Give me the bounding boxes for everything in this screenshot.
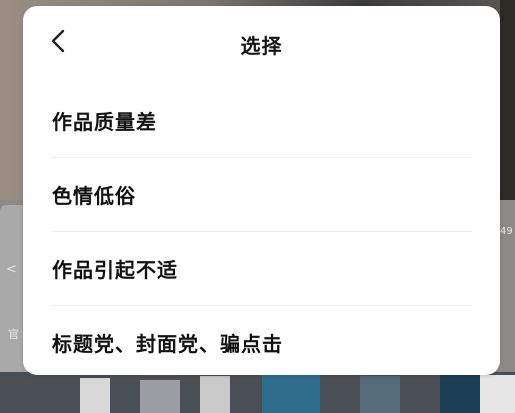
report-options-list: 作品质量差 色情低俗 作品引起不适 标题党、封面党、骗点击 (52, 84, 472, 379)
option-vulgar-content[interactable]: 色情低俗 (52, 158, 472, 232)
background-pixel-block (360, 376, 400, 413)
option-causes-discomfort[interactable]: 作品引起不适 (52, 232, 472, 306)
background-label: 官 (8, 328, 19, 341)
option-clickbait[interactable]: 标题党、封面党、骗点击 (52, 306, 472, 379)
dialog-header: 选择 (23, 6, 500, 80)
option-label: 色情低俗 (52, 184, 136, 208)
option-label: 作品引起不适 (52, 258, 178, 282)
background-back-glyph: < (6, 262, 17, 277)
background-pixel-block (500, 0, 515, 200)
report-reason-dialog: 选择 作品质量差 色情低俗 作品引起不适 标题党、封面党、骗点击 (23, 6, 500, 375)
background-count: 49 (500, 226, 513, 237)
option-low-quality[interactable]: 作品质量差 (52, 84, 472, 158)
background-pixel-block (262, 375, 320, 413)
background-pixel-block (480, 375, 515, 413)
option-label: 标题党、封面党、骗点击 (52, 332, 283, 356)
background-pixel-block (140, 380, 180, 413)
background-pixel-block (80, 378, 110, 413)
dialog-title: 选择 (240, 34, 283, 58)
background-pixel-block (200, 376, 230, 413)
background-pixel-block (440, 375, 480, 413)
option-label: 作品质量差 (52, 110, 157, 134)
